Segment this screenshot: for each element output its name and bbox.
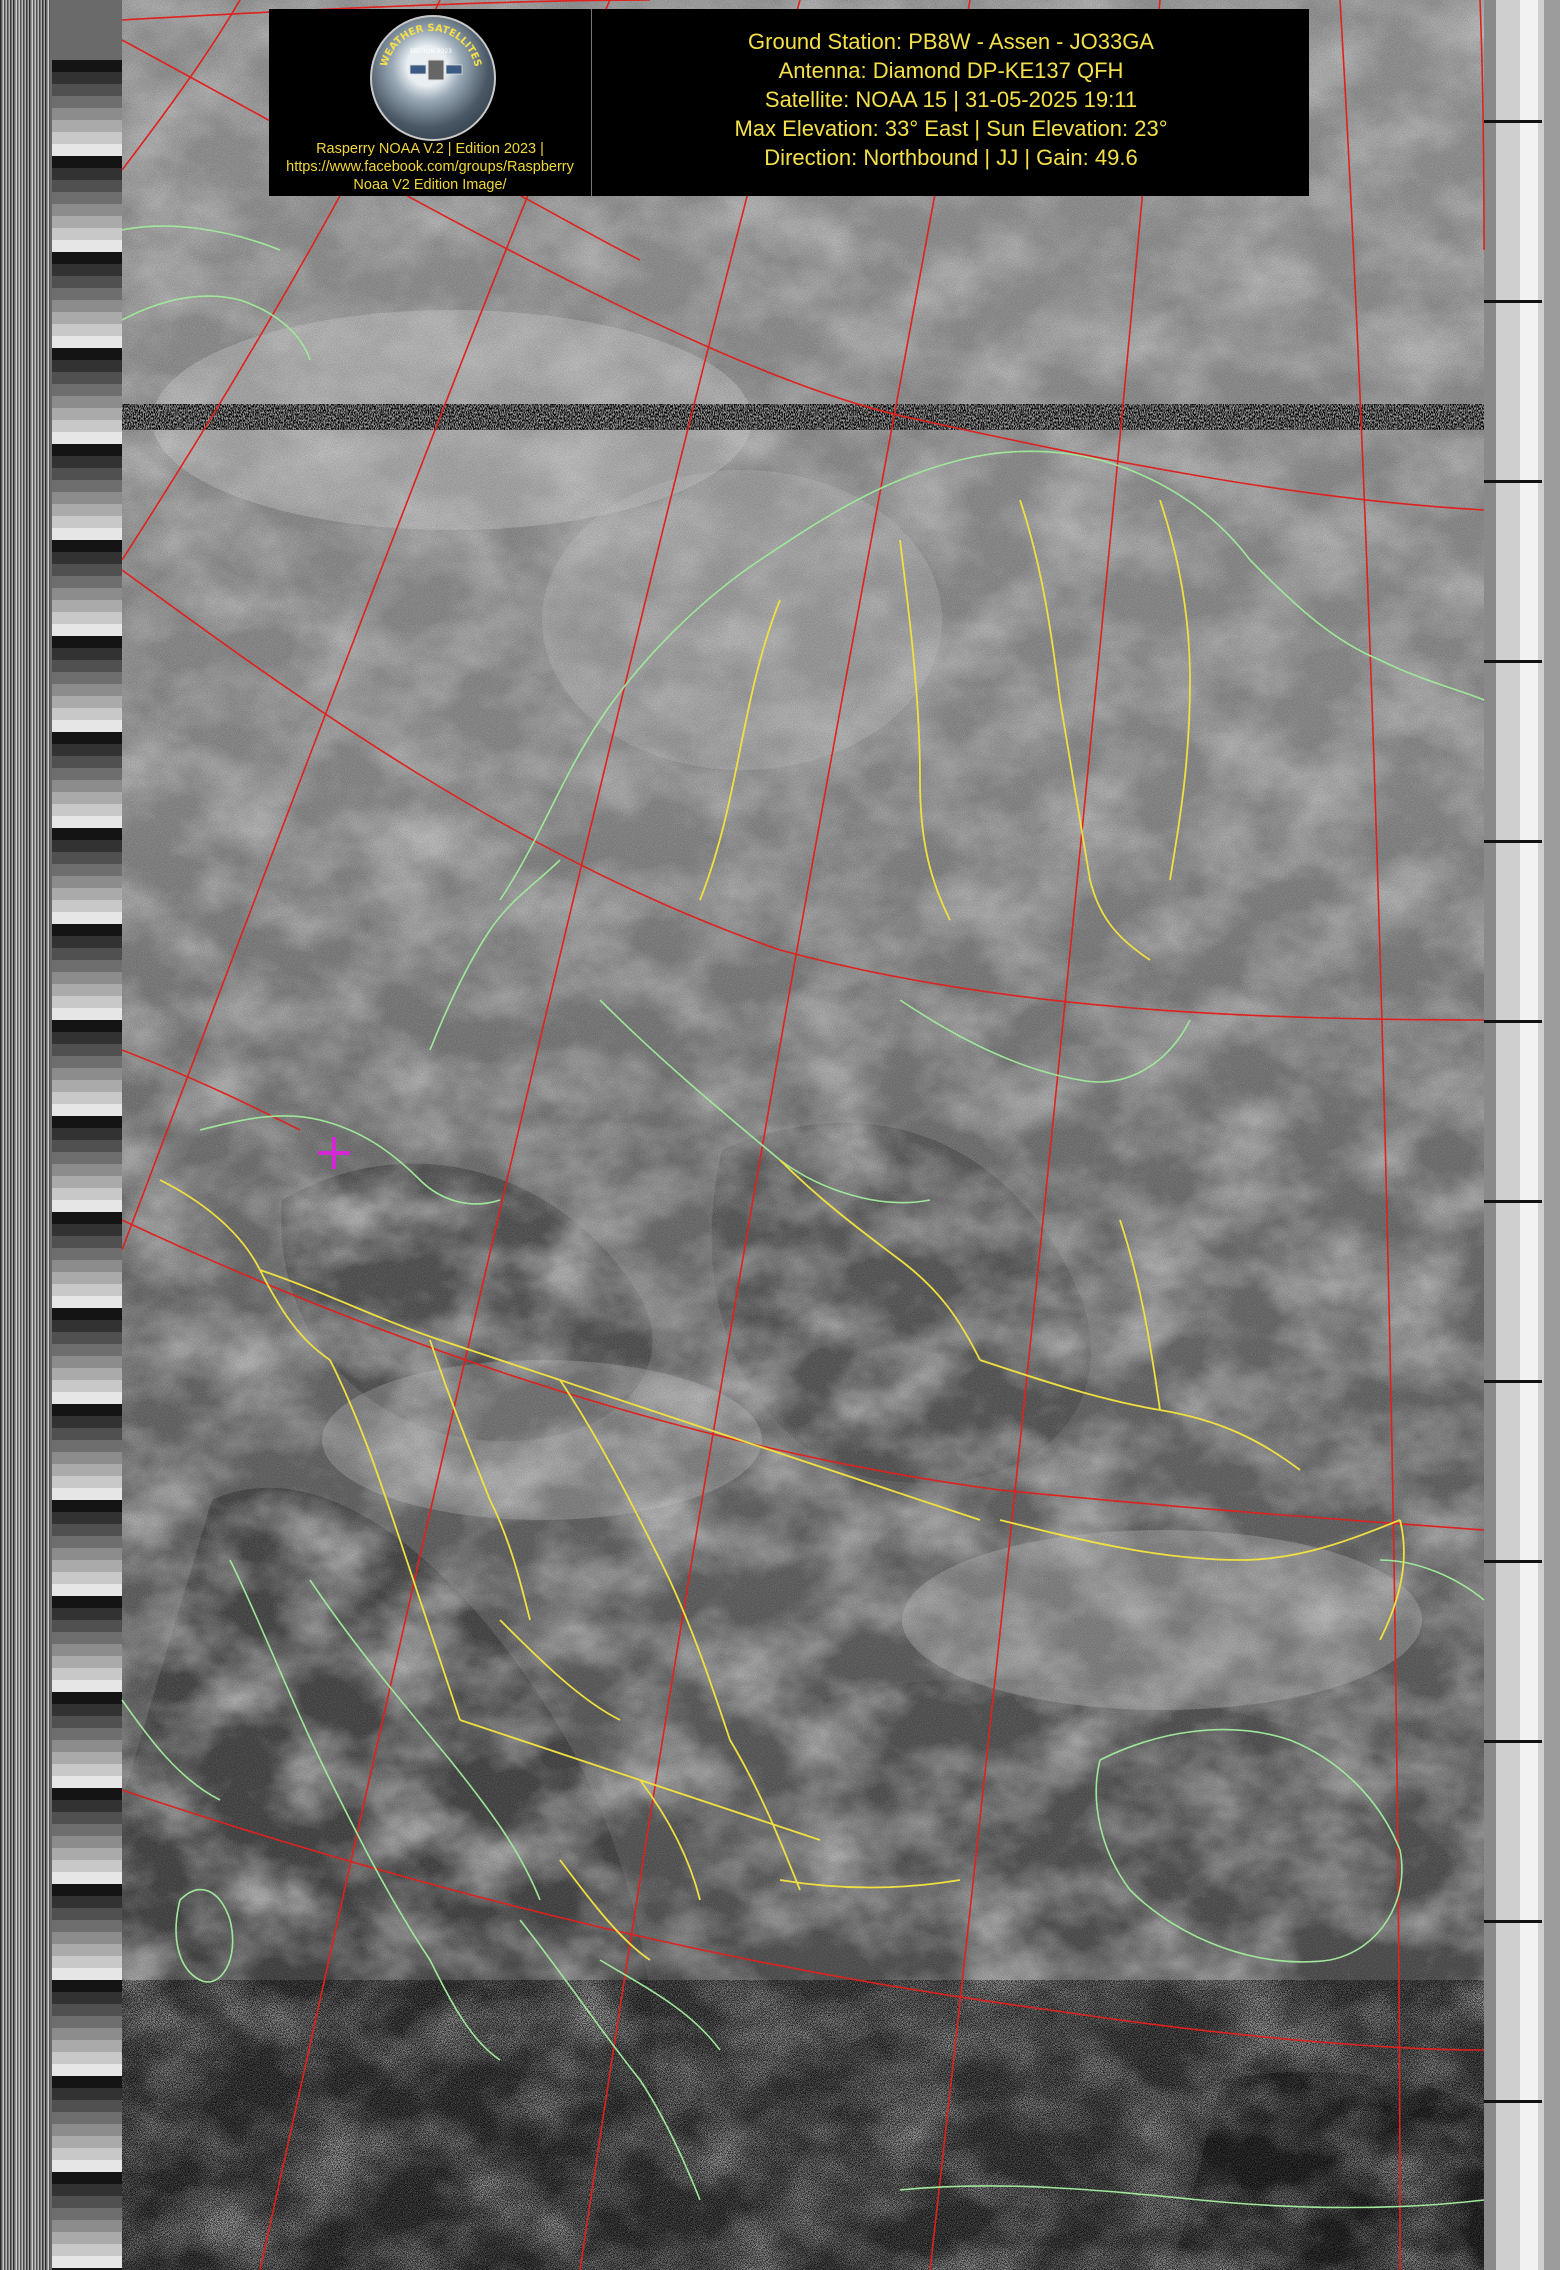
meridian-line (579, 0, 971, 2270)
coastline-path (599, 999, 931, 1204)
parallel-line (121, 1789, 1485, 2051)
border-path (699, 599, 781, 901)
station-info: Ground Station: PB8W - Assen - JO33GA An… (593, 27, 1309, 172)
logo-caption-line: https://www.facebook.com/groups/Raspberr… (286, 159, 574, 175)
apt-image-frame: WEATHER SATELLITES EDITION 2023 Rasperry… (0, 0, 1560, 2270)
coastline-path (899, 999, 1191, 1083)
border-path (1379, 1519, 1405, 1641)
coastline-path (1095, 1728, 1403, 1963)
parallel-line (121, 569, 1485, 1021)
coastline-path (899, 2185, 1485, 2209)
border-path (429, 1339, 531, 1621)
logo-caption-line: Rasperry NOAA V.2 | Edition 2023 | (316, 141, 544, 157)
meridian-line (121, 0, 241, 171)
station-line-antenna: Antenna: Diamond DP-KE137 QFH (778, 58, 1124, 83)
parallel-line (121, 1049, 301, 1131)
coastline-path (309, 1579, 541, 1901)
coastline-path (121, 1699, 221, 1801)
coastlines (121, 225, 1485, 2209)
coastline-path (599, 1959, 721, 2051)
satellite-logo-icon: WEATHER SATELLITES EDITION 2023 (370, 15, 496, 141)
border-path (499, 1619, 621, 1721)
border-path (559, 1379, 731, 1741)
logo-panel: WEATHER SATELLITES EDITION 2023 Rasperry… (269, 9, 592, 196)
meridian-line (1479, 0, 1485, 251)
border-path (159, 1179, 331, 1361)
border-path (1019, 499, 1151, 961)
logo-edition-badge: EDITION 2023 (410, 48, 452, 55)
border-path (1159, 499, 1191, 881)
border-path (899, 539, 951, 921)
station-line-direction: Direction: Northbound | JJ | Gain: 49.6 (764, 145, 1138, 170)
coastline-path (519, 1919, 701, 2201)
coastline-path (229, 1559, 501, 2061)
border-path (999, 1519, 1401, 1561)
border-path (979, 1359, 1301, 1471)
border-path (779, 1159, 981, 1361)
map-overlay (121, 0, 1485, 2270)
info-header: WEATHER SATELLITES EDITION 2023 Rasperry… (269, 9, 1309, 196)
border-path (259, 1269, 621, 1401)
country-borders (159, 499, 1405, 1961)
coastline-path (199, 1115, 501, 1205)
coastline-path (121, 225, 281, 251)
logo-caption: Rasperry NOAA V.2 | Edition 2023 | https… (269, 140, 591, 194)
meridian-line (929, 0, 1161, 2270)
station-line-ground: Ground Station: PB8W - Assen - JO33GA (748, 29, 1154, 54)
border-path (639, 1779, 701, 1901)
border-path (729, 1739, 801, 1891)
station-line-elevation: Max Elevation: 33° East | Sun Elevation:… (734, 116, 1168, 141)
border-path (559, 1859, 651, 1961)
border-path (1119, 1219, 1161, 1411)
meridian-line (1339, 0, 1401, 2270)
logo-caption-line: Noaa V2 Edition Image/ (353, 177, 507, 193)
station-line-satellite: Satellite: NOAA 15 | 31-05-2025 19:11 (764, 87, 1138, 112)
coastline-path (121, 295, 311, 361)
coastline-path (429, 859, 561, 1051)
border-path (619, 1399, 981, 1521)
coastline-path (1379, 1559, 1485, 1601)
coastline-path (175, 1888, 234, 1983)
plus-marker-icon (318, 1137, 350, 1169)
meridian-line (259, 0, 801, 2270)
parallel-line (121, 1219, 1485, 1531)
border-path (779, 1879, 961, 1889)
graticule-lines (121, 0, 1485, 2270)
